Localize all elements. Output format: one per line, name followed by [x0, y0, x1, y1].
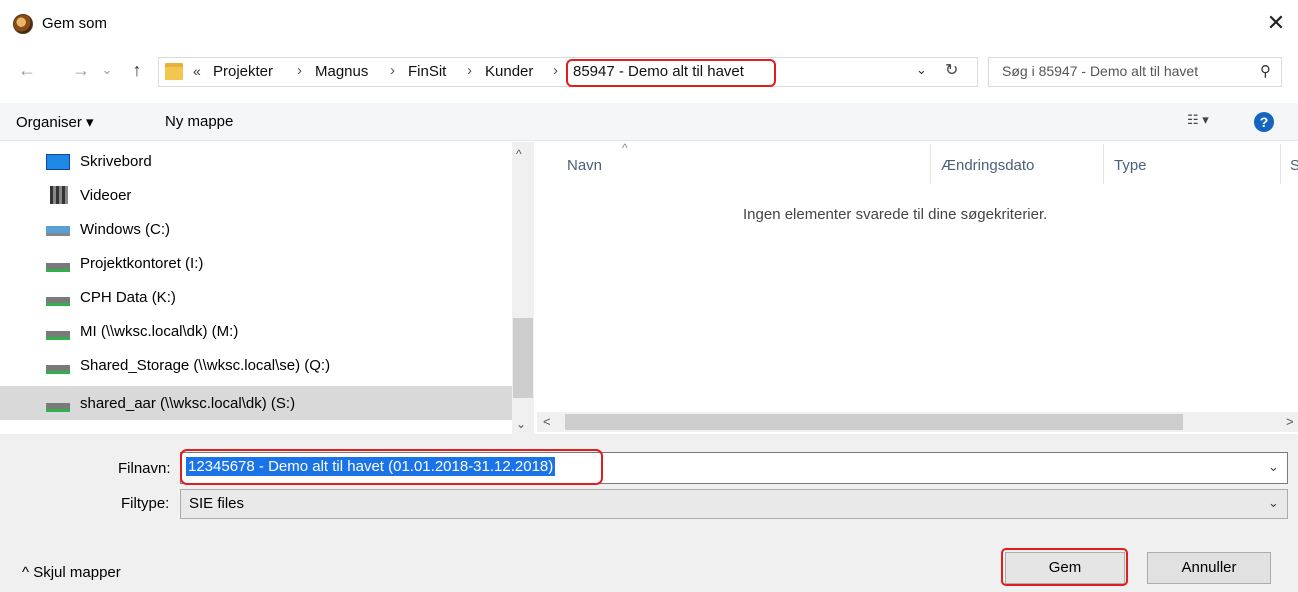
- desktop-icon: [46, 154, 70, 170]
- folder-icon: [165, 63, 183, 80]
- sidebar-scroll-thumb[interactable]: [513, 318, 533, 398]
- column-divider[interactable]: [930, 144, 931, 184]
- cancel-button[interactable]: Annuller: [1147, 552, 1271, 584]
- filetype-label: Filtype:: [121, 495, 170, 512]
- filename-label: Filnavn:: [118, 460, 171, 477]
- sort-ascending-icon: ^: [622, 141, 628, 155]
- forward-arrow-icon[interactable]: →: [70, 60, 92, 81]
- scroll-up-icon[interactable]: ^: [516, 147, 522, 161]
- sidebar-item-skrivebord[interactable]: Skrivebord: [0, 144, 512, 178]
- breadcrumb-magnus[interactable]: Magnus: [315, 63, 368, 80]
- scroll-left-icon[interactable]: <: [543, 414, 551, 429]
- network-drive-icon: [46, 263, 70, 272]
- navigation-pane: Skrivebord Videoer Windows (C:) Projektk…: [0, 142, 536, 434]
- filetype-value: SIE files: [189, 495, 245, 512]
- sidebar-item-projektkontoret[interactable]: Projektkontoret (I:): [0, 246, 512, 280]
- column-header-size[interactable]: S: [1290, 157, 1298, 174]
- sidebar-item-label: Windows (C:): [80, 221, 171, 238]
- address-dropdown-icon[interactable]: ⌄: [916, 62, 927, 78]
- highlight-annotation: [566, 59, 776, 87]
- close-icon[interactable]: ✕: [1262, 10, 1290, 38]
- column-divider[interactable]: [1103, 144, 1104, 184]
- search-icon[interactable]: ⚲: [1260, 62, 1271, 80]
- sidebar-item-label: shared_aar (\\wksc.local\dk) (S:): [80, 395, 296, 412]
- windows-drive-icon: [46, 226, 70, 236]
- new-folder-button[interactable]: Ny mappe: [165, 113, 233, 130]
- breadcrumb-projekter[interactable]: Projekter: [213, 63, 273, 80]
- sidebar-item-mi[interactable]: MI (\\wksc.local\dk) (M:): [0, 314, 512, 348]
- up-arrow-icon[interactable]: ↑: [126, 60, 148, 81]
- window-title: Gem som: [42, 15, 108, 32]
- scroll-down-icon[interactable]: ⌄: [516, 417, 526, 431]
- column-divider[interactable]: [1280, 144, 1281, 184]
- chevron-down-icon[interactable]: ⌄: [1268, 495, 1279, 511]
- network-drive-icon: [46, 297, 70, 306]
- organize-button[interactable]: Organiser ▾: [16, 113, 94, 131]
- app-icon: [13, 14, 33, 34]
- breadcrumb-finsit[interactable]: FinSit: [408, 63, 446, 80]
- network-drive-icon: [46, 403, 70, 412]
- refresh-icon[interactable]: ↻: [945, 60, 958, 80]
- sidebar-item-label: Projektkontoret (I:): [80, 255, 204, 272]
- sidebar-item-label: Videoer: [80, 187, 132, 204]
- breadcrumb-overflow[interactable]: «: [193, 63, 201, 79]
- column-header-name[interactable]: Navn: [567, 157, 602, 174]
- filetype-select[interactable]: [180, 489, 1288, 519]
- sidebar-item-label: Skrivebord: [80, 153, 152, 170]
- sidebar-item-label: MI (\\wksc.local\dk) (M:): [80, 323, 239, 340]
- hide-folders-button[interactable]: ^ Skjul mapper: [22, 564, 121, 581]
- scroll-right-icon[interactable]: >: [1286, 414, 1294, 429]
- column-header-modified[interactable]: Ændringsdato: [941, 157, 1034, 174]
- view-options-icon[interactable]: ☷ ▾: [1187, 112, 1209, 128]
- breadcrumb-kunder[interactable]: Kunder: [485, 63, 533, 80]
- help-icon[interactable]: ?: [1254, 112, 1274, 132]
- horizontal-scroll-thumb[interactable]: [565, 414, 1183, 430]
- network-drive-icon: [46, 365, 70, 374]
- sidebar-item-videoer[interactable]: Videoer: [0, 178, 512, 212]
- breadcrumb-separator[interactable]: ›: [467, 62, 472, 79]
- sidebar-item-cph-data[interactable]: CPH Data (K:): [0, 280, 512, 314]
- search-placeholder: Søg i 85947 - Demo alt til havet: [1002, 63, 1199, 79]
- sidebar-item-shared-aar[interactable]: shared_aar (\\wksc.local\dk) (S:): [0, 386, 512, 420]
- network-drive-icon: [46, 331, 70, 340]
- column-header-type[interactable]: Type: [1114, 157, 1147, 174]
- highlight-annotation: [180, 449, 603, 485]
- recent-locations-icon[interactable]: ⌄: [96, 62, 118, 78]
- back-arrow-icon[interactable]: ←: [16, 60, 38, 81]
- highlight-annotation: [1001, 548, 1128, 586]
- sidebar-item-label: Shared_Storage (\\wksc.local\se) (Q:): [80, 357, 331, 374]
- sidebar-item-label: CPH Data (K:): [80, 289, 176, 306]
- file-list: [537, 142, 1298, 434]
- empty-results-message: Ingen elementer svarede til dine søgekri…: [743, 206, 1048, 223]
- sidebar-item-windows-c[interactable]: Windows (C:): [0, 212, 512, 246]
- breadcrumb-separator[interactable]: ›: [390, 62, 395, 79]
- title-bar: [0, 0, 1298, 52]
- breadcrumb-separator[interactable]: ›: [297, 62, 302, 79]
- sidebar-item-shared-storage[interactable]: Shared_Storage (\\wksc.local\se) (Q:): [0, 348, 512, 382]
- breadcrumb-separator[interactable]: ›: [553, 62, 558, 79]
- chevron-down-icon[interactable]: ⌄: [1268, 459, 1279, 475]
- video-icon: [50, 186, 68, 204]
